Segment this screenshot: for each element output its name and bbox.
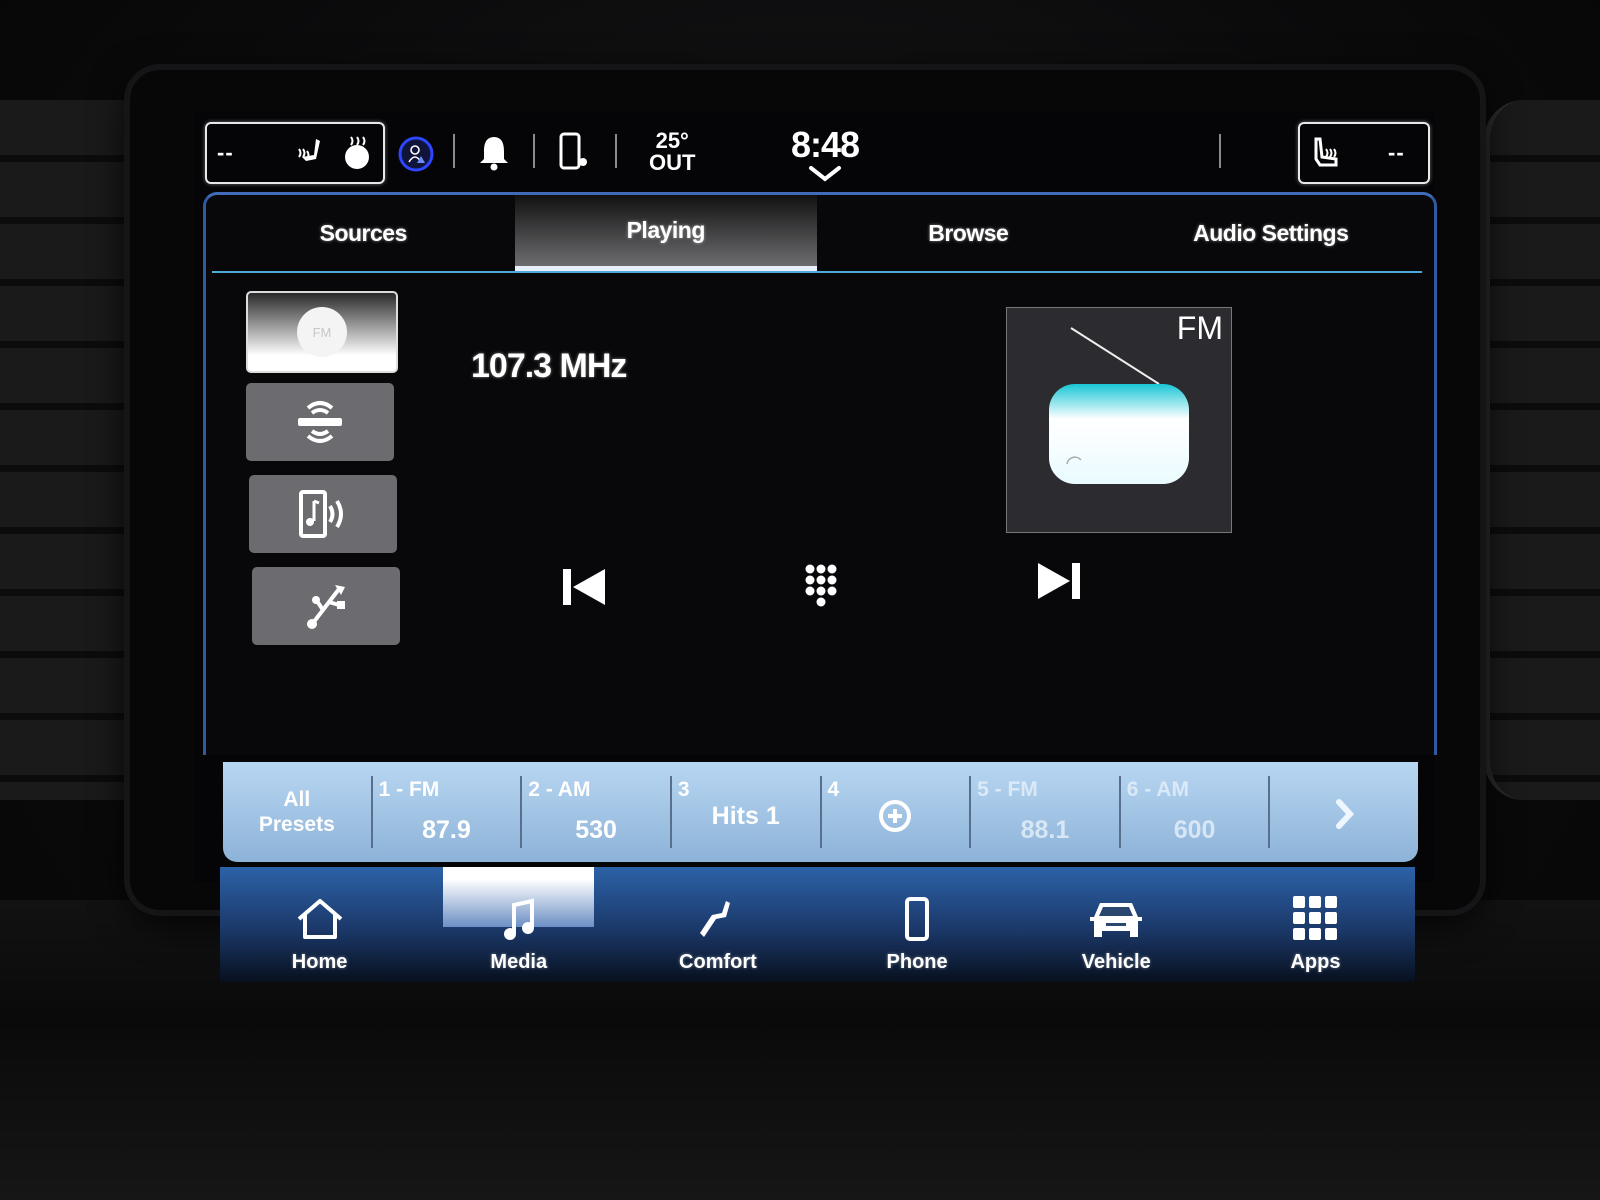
svg-text:FM: FM: [313, 325, 332, 340]
preset-4[interactable]: 4: [819, 776, 970, 848]
right-air-vent: [1484, 100, 1600, 800]
nav-media[interactable]: Media: [419, 867, 618, 982]
passenger-climate-button[interactable]: --: [1298, 122, 1430, 184]
nav-label: Apps: [1290, 951, 1341, 973]
preset-number: 3: [677, 778, 690, 801]
fm-icon: FM: [295, 305, 349, 359]
preset-6[interactable]: 6 - AM 600: [1118, 776, 1269, 848]
station-artwork: FM: [1006, 307, 1232, 533]
preset-number: 6 - AM: [1126, 778, 1189, 801]
bell-icon[interactable]: [477, 134, 511, 172]
nav-label: Comfort: [679, 951, 757, 973]
music-note-icon: [502, 897, 536, 941]
source-siriusxm-button[interactable]: [246, 383, 394, 461]
radio-icon: [1047, 324, 1197, 499]
preset-value: 530: [575, 816, 617, 844]
heated-seat-icon[interactable]: [294, 135, 330, 171]
tab-playing[interactable]: Playing: [514, 195, 817, 271]
tab-browse[interactable]: Browse: [817, 195, 1120, 271]
preset-value: 87.9: [422, 816, 471, 844]
apps-grid-icon: [1292, 895, 1338, 941]
keypad-icon[interactable]: [804, 563, 838, 607]
nav-vehicle[interactable]: Vehicle: [1017, 867, 1216, 982]
nav-comfort[interactable]: Comfort: [618, 867, 817, 982]
seek-forward-icon[interactable]: [1036, 561, 1082, 601]
media-panel: Sources Playing Browse Audio Settings FM: [203, 192, 1437, 755]
phone-icon: [904, 897, 930, 941]
outside-temperature: 25° OUT: [649, 130, 695, 174]
nav-phone[interactable]: Phone: [818, 867, 1017, 982]
preset-number: 2 - AM: [528, 778, 591, 801]
separator: [453, 134, 455, 168]
heated-wheel-icon[interactable]: [340, 135, 374, 171]
separator: [533, 134, 535, 168]
preset-number: 4: [827, 778, 840, 801]
preset-number: 5 - FM: [977, 778, 1038, 801]
all-presets-button[interactable]: All Presets: [223, 762, 371, 862]
outside-temp-label: OUT: [649, 150, 696, 175]
preset-value: Hits 1: [711, 802, 780, 830]
nav-apps[interactable]: Apps: [1216, 867, 1415, 982]
home-icon: [295, 897, 345, 941]
chevron-down-icon[interactable]: [807, 164, 843, 189]
driver-temp: --: [217, 140, 234, 165]
separator: [1219, 134, 1221, 168]
preset-3[interactable]: 3 Hits 1: [669, 776, 820, 848]
preset-number: 1 - FM: [378, 778, 440, 801]
bluetooth-audio-icon: [295, 489, 351, 539]
ventilated-seat-icon[interactable]: [1310, 135, 1346, 171]
source-fm-button[interactable]: FM: [246, 291, 398, 373]
all-presets-label-2: Presets: [258, 813, 335, 836]
nav-label: Home: [291, 951, 348, 973]
media-tabs: Sources Playing Browse Audio Settings: [212, 195, 1422, 273]
source-bluetooth-audio-button[interactable]: [249, 475, 397, 553]
chevron-right-icon: [1334, 798, 1356, 830]
satellite-radio-icon: [290, 394, 350, 450]
driver-profile-icon[interactable]: [398, 136, 434, 172]
separator: [615, 134, 617, 168]
tab-audio-settings[interactable]: Audio Settings: [1120, 195, 1423, 271]
preset-2[interactable]: 2 - AM 530: [520, 776, 670, 848]
nav-label: Media: [490, 951, 548, 973]
phone-connected-icon[interactable]: [557, 132, 591, 172]
preset-value: 88.1: [1020, 816, 1070, 844]
presets-next-button[interactable]: [1268, 776, 1418, 848]
preset-5[interactable]: 5 - FM 88.1: [969, 776, 1119, 848]
all-presets-label-1: All: [283, 788, 311, 811]
preset-value: 600: [1173, 816, 1216, 844]
preset-1[interactable]: 1 - FM 87.9: [370, 776, 521, 848]
station-frequency: 107.3 MHz: [471, 347, 627, 385]
outside-temp-value: 25°: [655, 128, 689, 153]
driver-climate-button[interactable]: --: [205, 122, 385, 184]
source-usb-button[interactable]: [252, 567, 400, 645]
car-icon: [1088, 897, 1144, 941]
clock[interactable]: 8:48: [780, 124, 870, 166]
add-preset-icon[interactable]: [877, 798, 913, 834]
tab-sources[interactable]: Sources: [212, 195, 515, 271]
infotainment-screen: -- 25° OUT 8:48 -- Sources Playing Brows…: [195, 112, 1437, 982]
nav-label: Vehicle: [1081, 951, 1151, 973]
comfort-seat-icon: [696, 897, 740, 941]
nav-home[interactable]: Home: [220, 867, 419, 982]
status-bar: -- 25° OUT 8:48 --: [195, 112, 1435, 190]
passenger-temp: --: [1388, 140, 1405, 165]
seek-back-icon[interactable]: [561, 567, 607, 607]
presets-bar: All Presets 1 - FM 87.9 2 - AM 530 3 Hits…: [223, 762, 1418, 862]
nav-label: Phone: [886, 951, 948, 973]
main-nav-bar: Home Media Comfort Phone Vehicle Apps: [220, 867, 1415, 982]
usb-icon: [301, 581, 351, 631]
